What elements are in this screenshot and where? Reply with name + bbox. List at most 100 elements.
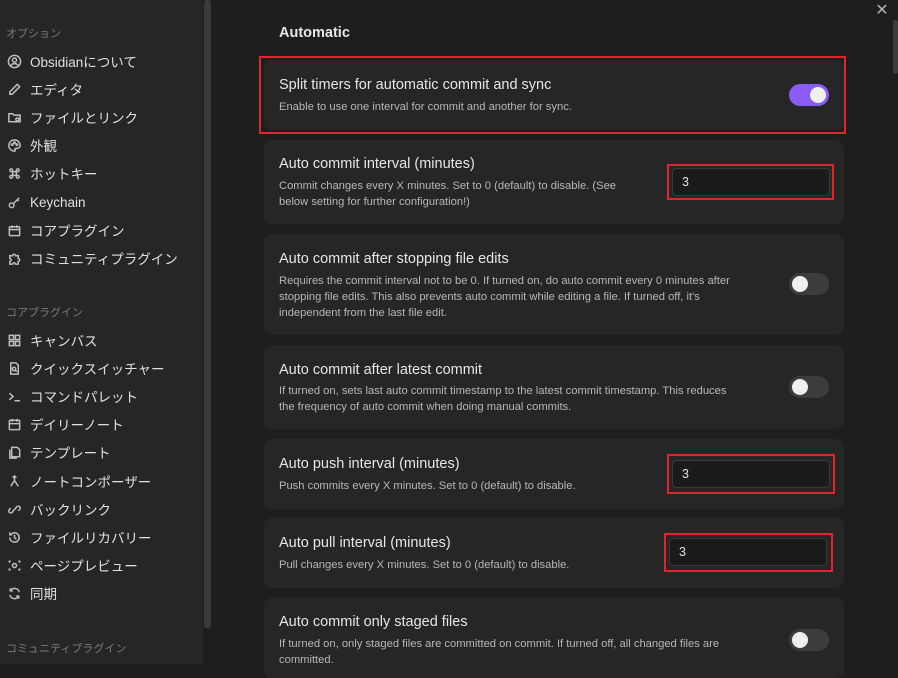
merge-icon xyxy=(6,473,22,489)
sidebar-item-core-plugins[interactable]: コアプラグイン xyxy=(0,218,200,242)
sidebar-scrollbar[interactable] xyxy=(203,0,213,664)
setting-title: Auto pull interval (minutes) xyxy=(279,535,451,551)
settings-content: ✕ Automatic Split timers for automatic c… xyxy=(213,0,898,678)
sidebar-item-label: ファイルとリンク xyxy=(30,111,138,126)
setting-title: Auto commit after latest commit xyxy=(279,362,483,378)
calendar-box-icon xyxy=(6,222,22,238)
sidebar-item-file-recovery[interactable]: ファイルリカバリー xyxy=(0,525,200,549)
sidebar-item-label: 外観 xyxy=(30,139,57,154)
folder-cog-icon xyxy=(6,109,22,125)
pencil-icon xyxy=(6,81,22,97)
split-timers-toggle[interactable] xyxy=(789,84,829,106)
auto-pull-interval-input[interactable]: 3 xyxy=(669,538,827,566)
auto-commit-staged-toggle[interactable] xyxy=(789,629,829,651)
setting-title: Split timers for automatic commit and sy… xyxy=(279,77,552,93)
setting-description-line-1: Requires the commit interval not to be 0… xyxy=(279,275,730,287)
toggle-knob xyxy=(792,632,808,648)
sidebar-item-label: コアプラグイン xyxy=(30,224,125,239)
history-icon xyxy=(6,529,22,545)
file-search-icon xyxy=(6,360,22,376)
auto-commit-after-stop-toggle[interactable] xyxy=(789,273,829,295)
section-title: Automatic xyxy=(279,25,350,41)
setting-description-line-1: Commit changes every X minutes. Set to 0… xyxy=(279,180,617,192)
setting-auto-commit-after-stop: Auto commit after stopping file edits Re… xyxy=(264,234,844,335)
sidebar-item-label: バックリンク xyxy=(30,503,111,518)
setting-auto-commit-staged: Auto commit only staged files If turned … xyxy=(264,598,844,678)
puzzle-icon xyxy=(6,250,22,266)
setting-description-line-1: If turned on, only staged files are comm… xyxy=(279,638,720,650)
sidebar-item-label: エディタ xyxy=(30,83,84,98)
sidebar-scrollbar-thumb[interactable] xyxy=(204,0,211,628)
files-icon xyxy=(6,444,22,460)
sidebar-item-label: 同期 xyxy=(30,587,57,602)
close-icon[interactable]: ✕ xyxy=(875,3,889,19)
sidebar-item-label: クイックスイッチャー xyxy=(30,362,165,377)
sidebar-header-community-plugins: コミュニティプラグイン xyxy=(6,643,127,655)
terminal-icon xyxy=(6,388,22,404)
setting-description-line-2: the frequency of auto commit when doing … xyxy=(279,401,572,413)
sidebar-header-options: オプション xyxy=(6,28,61,40)
setting-description-line-2: committed. xyxy=(279,654,334,666)
setting-description-line-2: stopping file edits. This also prevents … xyxy=(279,291,700,303)
sidebar-item-label: ファイルリカバリー xyxy=(30,531,152,546)
toggle-knob xyxy=(810,87,826,103)
sidebar-item-files-links[interactable]: ファイルとリンク xyxy=(0,105,200,129)
setting-title: Auto commit interval (minutes) xyxy=(279,156,475,172)
auto-push-interval-input[interactable]: 3 xyxy=(672,460,830,488)
sidebar-item-label: ページプレビュー xyxy=(30,559,138,574)
setting-title: Auto push interval (minutes) xyxy=(279,456,460,472)
sidebar-item-command-palette[interactable]: コマンドパレット xyxy=(0,384,200,408)
calendar-icon xyxy=(6,416,22,432)
sidebar-item-sync[interactable]: 同期 xyxy=(0,581,200,605)
setting-auto-commit-interval: Auto commit interval (minutes) Commit ch… xyxy=(264,140,844,224)
sidebar-item-note-composer[interactable]: ノートコンポーザー xyxy=(0,469,200,493)
toggle-knob xyxy=(792,379,808,395)
user-circle-icon xyxy=(6,53,22,69)
sidebar-header-core-plugins: コアプラグイン xyxy=(6,307,83,319)
setting-split-timers: Split timers for automatic commit and sy… xyxy=(264,60,844,130)
palette-icon xyxy=(6,137,22,153)
sidebar-item-daily-notes[interactable]: デイリーノート xyxy=(0,412,200,436)
setting-auto-commit-after-latest: Auto commit after latest commit If turne… xyxy=(264,345,844,429)
setting-description: Enable to use one interval for commit an… xyxy=(279,101,572,113)
auto-commit-after-latest-toggle[interactable] xyxy=(789,376,829,398)
sidebar-item-label: Keychain xyxy=(30,194,86,210)
auto-commit-interval-input[interactable]: 3 xyxy=(672,168,830,196)
sidebar-item-keychain[interactable]: Keychain xyxy=(0,190,200,214)
link-icon xyxy=(6,501,22,517)
sidebar-item-label: コマンドパレット xyxy=(30,390,138,405)
setting-auto-pull-interval: Auto pull interval (minutes) Pull change… xyxy=(264,518,844,588)
sidebar-item-canvas[interactable]: キャンバス xyxy=(0,328,200,352)
settings-sidebar: オプション Obsidianについて エディタ ファイルとリンク 外観 ホットキ… xyxy=(0,0,203,664)
setting-description-line-2: below setting for further configuration!… xyxy=(279,196,470,208)
eye-icon xyxy=(6,557,22,573)
sidebar-item-backlinks[interactable]: バックリンク xyxy=(0,497,200,521)
sidebar-item-label: デイリーノート xyxy=(30,418,124,433)
content-scrollbar-thumb[interactable] xyxy=(893,20,898,74)
sidebar-item-label: コミュニティプラグイン xyxy=(30,252,178,267)
setting-title: Auto commit after stopping file edits xyxy=(279,251,509,267)
sidebar-item-quick-switcher[interactable]: クイックスイッチャー xyxy=(0,356,200,380)
setting-auto-push-interval: Auto push interval (minutes) Push commit… xyxy=(264,439,844,509)
grid-icon xyxy=(6,332,22,348)
sidebar-item-label: ホットキー xyxy=(30,167,98,182)
sidebar-item-hotkeys[interactable]: ホットキー xyxy=(0,161,200,185)
sidebar-item-page-preview[interactable]: ページプレビュー xyxy=(0,553,200,577)
setting-description: Push commits every X minutes. Set to 0 (… xyxy=(279,480,576,492)
command-icon xyxy=(6,165,22,181)
sync-icon xyxy=(6,585,22,601)
key-icon xyxy=(6,194,22,210)
sidebar-item-about[interactable]: Obsidianについて xyxy=(0,49,200,73)
sidebar-item-label: キャンバス xyxy=(30,334,98,349)
sidebar-item-community-plugins[interactable]: コミュニティプラグイン xyxy=(0,246,200,270)
setting-description-line-1: If turned on, sets last auto commit time… xyxy=(279,385,727,397)
setting-description: Pull changes every X minutes. Set to 0 (… xyxy=(279,559,570,571)
toggle-knob xyxy=(792,276,808,292)
sidebar-item-label: ノートコンポーザー xyxy=(30,475,152,490)
sidebar-item-templates[interactable]: テンプレート xyxy=(0,440,200,464)
setting-description-line-3: independent from the last file edit. xyxy=(279,307,447,319)
setting-title: Auto commit only staged files xyxy=(279,614,468,630)
sidebar-item-appearance[interactable]: 外観 xyxy=(0,133,200,157)
sidebar-item-label: テンプレート xyxy=(30,446,111,461)
sidebar-item-editor[interactable]: エディタ xyxy=(0,77,200,101)
